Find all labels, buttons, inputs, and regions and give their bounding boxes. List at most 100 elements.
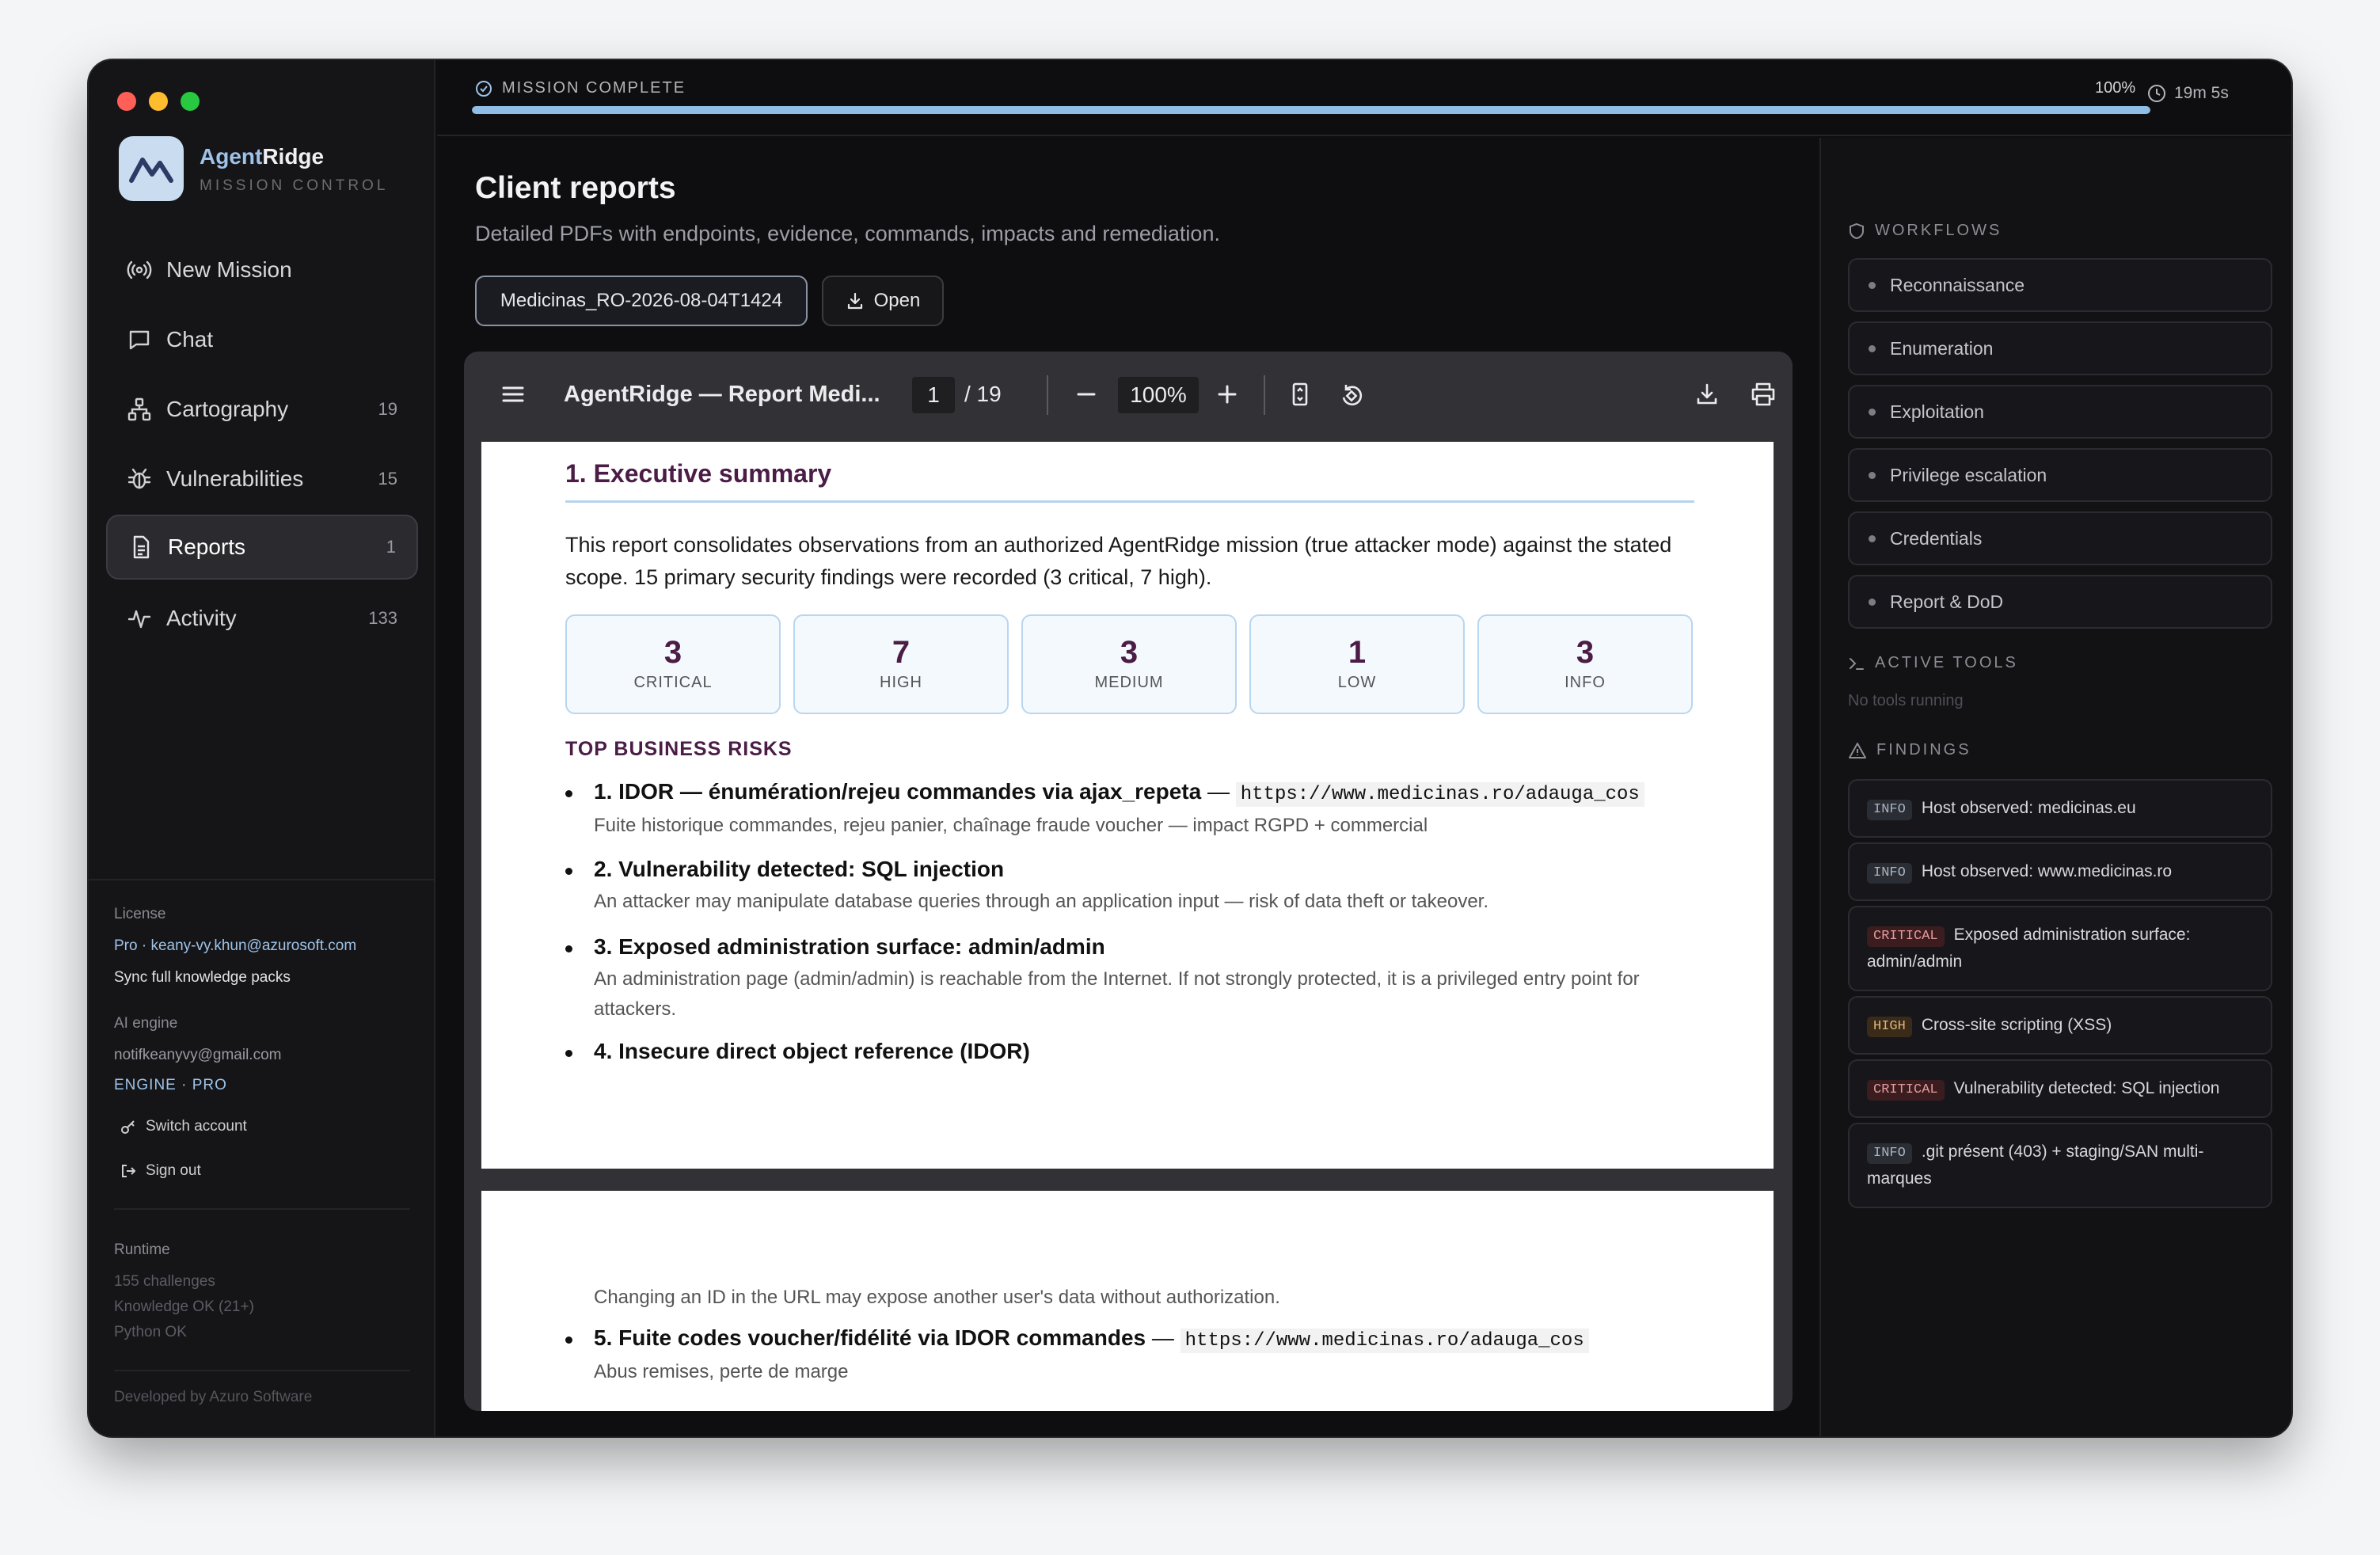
key-icon xyxy=(121,1120,135,1134)
mission-status-bar: MISSION COMPLETE 100% 19m 5s xyxy=(437,60,2291,136)
finding-item[interactable]: INFO Host observed: medicinas.eu xyxy=(1848,779,2272,838)
severity-label: CRITICAL xyxy=(633,674,713,691)
zoom-level-input[interactable]: 100% xyxy=(1118,377,1199,413)
findings-header: FINDINGS xyxy=(1848,741,1971,759)
finding-item[interactable]: INFO .git présent (403) + staging/SAN mul… xyxy=(1848,1123,2272,1208)
progress-percent: 100% xyxy=(2095,79,2136,97)
report-file-select[interactable]: Medicinas_RO-2026-08-04T1424 xyxy=(475,276,808,326)
toolbar-divider xyxy=(1047,375,1048,415)
workflow-label: Report & DoD xyxy=(1890,591,2004,612)
bullet xyxy=(565,1336,572,1344)
mission-status-label: MISSION COMPLETE xyxy=(502,79,686,97)
risk-description: An attacker may manipulate database quer… xyxy=(594,891,1489,912)
findings-title: FINDINGS xyxy=(1876,741,1971,758)
sign-out-button[interactable]: Sign out xyxy=(120,1162,201,1180)
nav-count: 19 xyxy=(378,399,397,419)
risk-title: 5. Fuite codes voucher/fidélité via IDOR… xyxy=(594,1325,1146,1350)
fit-page-icon[interactable] xyxy=(1287,382,1313,411)
finding-item[interactable]: CRITICAL Exposed administration surface: … xyxy=(1848,906,2272,991)
workflow-item[interactable]: Credentials xyxy=(1848,511,2272,565)
workflow-item[interactable]: Privilege escalation xyxy=(1848,448,2272,502)
severity-label: LOW xyxy=(1337,674,1377,691)
switch-account-button[interactable]: Switch account xyxy=(120,1118,247,1135)
active-tools-header: ACTIVE TOOLS xyxy=(1848,654,2018,672)
severity-badge: INFO xyxy=(1867,863,1912,884)
app-window: AgentRidge MISSION CONTROL New Mission C… xyxy=(89,60,2291,1436)
bullet xyxy=(565,945,572,952)
severity-label: MEDIUM xyxy=(1094,674,1164,691)
workflow-label: Credentials xyxy=(1890,527,1983,549)
sync-knowledge-link[interactable]: Sync full knowledge packs xyxy=(114,969,291,987)
account-section: License Pro · keany-vy.khun@azurosoft.co… xyxy=(89,879,435,1291)
footer-divider xyxy=(114,1370,410,1371)
risk-title: 2. Vulnerability detected: SQL injection xyxy=(594,857,1005,881)
sign-out-icon xyxy=(122,1165,136,1177)
runtime-line: Python OK xyxy=(114,1324,187,1340)
severity-label: HIGH xyxy=(880,674,922,691)
risk-description: Abus remises, perte de marge xyxy=(594,1361,849,1382)
brand-name: AgentRidge xyxy=(200,144,325,169)
pdf-download-icon[interactable] xyxy=(1694,382,1720,411)
menu-icon[interactable] xyxy=(500,382,526,411)
finding-item[interactable]: INFO Host observed: www.medicinas.ro xyxy=(1848,842,2272,901)
print-icon[interactable] xyxy=(1750,382,1777,411)
minimize-window-button[interactable] xyxy=(149,92,168,111)
nav-label: Chat xyxy=(166,327,214,352)
rotate-icon[interactable] xyxy=(1338,382,1365,413)
license-value: Pro · keany-vy.khun@azurosoft.com xyxy=(114,937,357,954)
maximize-window-button[interactable] xyxy=(181,92,200,111)
workflow-label: Privilege escalation xyxy=(1890,464,2047,485)
severity-count: 1 xyxy=(1348,635,1367,670)
sign-out-label: Sign out xyxy=(146,1162,201,1179)
severity-badge: INFO xyxy=(1867,1143,1912,1164)
finding-text: Host observed: www.medicinas.ro xyxy=(1921,862,2173,880)
finding-item[interactable]: HIGH Cross-site scripting (XSS) xyxy=(1848,996,2272,1055)
open-button-label: Open xyxy=(873,290,921,311)
open-report-button[interactable]: Open xyxy=(822,276,944,326)
nav-cartography[interactable]: Cartography 19 xyxy=(106,377,418,442)
nav-vulnerabilities[interactable]: Vulnerabilities 15 xyxy=(106,447,418,511)
nav-reports[interactable]: Reports 1 xyxy=(106,515,418,580)
zoom-in-icon[interactable] xyxy=(1215,382,1240,411)
bullet xyxy=(565,790,572,797)
workflow-label: Enumeration xyxy=(1890,337,1994,359)
runtime-line: 155 challenges xyxy=(114,1273,215,1290)
severity-label: INFO xyxy=(1564,674,1606,691)
risk-url: https://www.medicinas.ro/adauga_cos xyxy=(1180,1329,1589,1353)
download-icon xyxy=(847,292,862,310)
broadcast-icon xyxy=(125,256,154,284)
risks-heading: TOP BUSINESS RISKS xyxy=(565,738,793,760)
finding-text: Cross-site scripting (XSS) xyxy=(1921,1016,2112,1034)
zoom-out-icon[interactable] xyxy=(1074,382,1099,411)
nav-activity[interactable]: Activity 133 xyxy=(106,586,418,651)
severity-badge: HIGH xyxy=(1867,1017,1912,1037)
workflow-dot xyxy=(1869,408,1876,416)
severity-card: 7 HIGH xyxy=(793,614,1009,714)
pdf-document-title: AgentRidge — Report Medi... xyxy=(564,382,880,407)
workflow-item[interactable]: Report & DoD xyxy=(1848,575,2272,629)
finding-item[interactable]: CRITICAL Vulnerability detected: SQL inje… xyxy=(1848,1059,2272,1118)
elapsed-time: 19m 5s xyxy=(2147,84,2229,103)
progress-fill xyxy=(472,106,2150,114)
risk-description: Changing an ID in the URL may expose ano… xyxy=(594,1287,1280,1308)
finding-text: Host observed: medicinas.eu xyxy=(1921,799,2136,817)
ai-engine-label: AI engine xyxy=(114,1015,178,1032)
close-window-button[interactable] xyxy=(117,92,136,111)
nav-chat[interactable]: Chat xyxy=(106,307,418,372)
brand-subtitle: MISSION CONTROL xyxy=(200,177,389,194)
nav-count: 15 xyxy=(378,469,397,489)
workflow-item[interactable]: Enumeration xyxy=(1848,321,2272,375)
nav-new-mission[interactable]: New Mission xyxy=(106,238,418,302)
bullet xyxy=(565,1050,572,1057)
severity-count: 3 xyxy=(1576,635,1595,670)
workflow-dot xyxy=(1869,344,1876,352)
workflow-item[interactable]: Exploitation xyxy=(1848,385,2272,439)
workflow-item[interactable]: Reconnaissance xyxy=(1848,258,2272,312)
pdf-toolbar: AgentRidge — Report Medi... 1 / 19 100% xyxy=(464,352,1793,440)
nav-count: 1 xyxy=(386,537,396,557)
severity-card: 3 INFO xyxy=(1477,614,1693,714)
page-number-input[interactable]: 1 xyxy=(912,377,955,413)
finding-text: .git présent (403) + staging/SAN multi-m… xyxy=(1867,1142,2204,1188)
chat-icon xyxy=(125,325,154,354)
workflows-header: WORKFLOWS xyxy=(1848,222,2002,240)
